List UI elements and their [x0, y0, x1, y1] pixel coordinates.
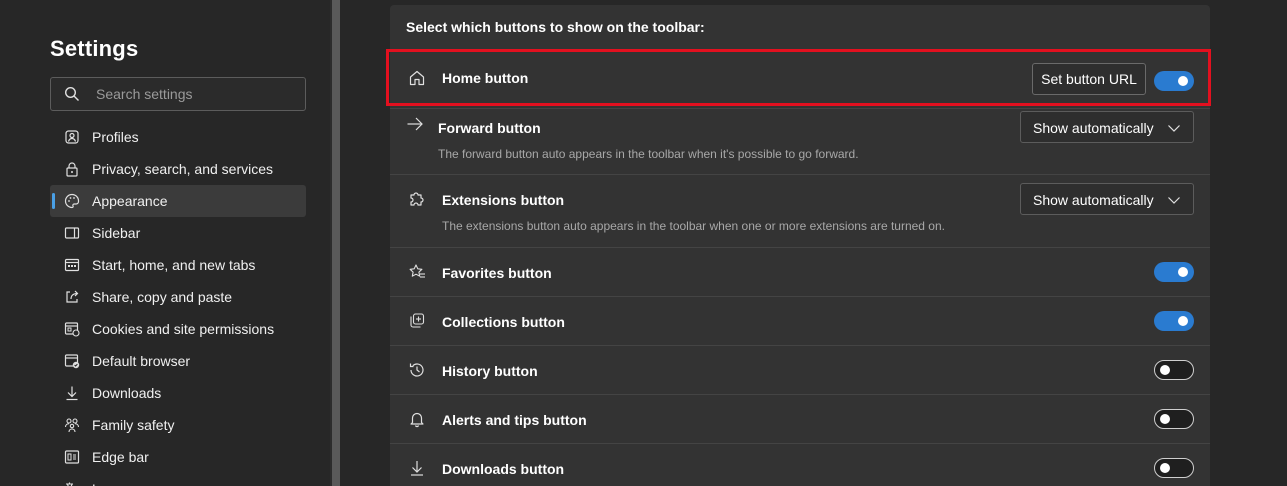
- sidebar-item-appearance[interactable]: Appearance: [50, 185, 306, 217]
- palette-icon: [64, 193, 80, 209]
- alerts-button-row: Alerts and tips button: [390, 395, 1210, 444]
- sidebar-item-label: Profiles: [92, 129, 139, 145]
- sidebar-item-start-home-tabs[interactable]: Start, home, and new tabs: [50, 249, 306, 281]
- section-header: Select which buttons to show on the tool…: [406, 19, 705, 35]
- sidebar-icon: [64, 225, 80, 241]
- sidebar-item-label: Default browser: [92, 353, 191, 369]
- language-icon: [64, 481, 80, 486]
- settings-sidebar: Settings Profiles Privacy, search, and s…: [0, 0, 330, 486]
- share-icon: [64, 289, 80, 305]
- row-title: Forward button: [438, 120, 541, 136]
- home-button-toggle[interactable]: [1154, 71, 1194, 91]
- sidebar-item-label: Start, home, and new tabs: [92, 257, 256, 273]
- sidebar-item-label: Family safety: [92, 417, 175, 433]
- forward-button-row: Forward button The forward button auto a…: [390, 109, 1210, 175]
- collections-icon: [408, 312, 426, 330]
- sidebar-item-label: L: [92, 481, 100, 486]
- sidebar-item-label: Privacy, search, and services: [92, 161, 274, 177]
- row-title: Favorites button: [442, 265, 552, 281]
- sidebar-item-label: Downloads: [92, 385, 162, 401]
- sidebar-item-privacy[interactable]: Privacy, search, and services: [50, 153, 306, 185]
- row-title: History button: [442, 363, 538, 379]
- row-title: Extensions button: [442, 192, 565, 208]
- sidebar-item-label: Edge bar: [92, 449, 149, 465]
- sidebar-item-share[interactable]: Share, copy and paste: [50, 281, 306, 313]
- sidebar-item-label: Cookies and site permissions: [92, 321, 275, 337]
- toolbar-buttons-card: Select which buttons to show on the tool…: [390, 5, 1210, 486]
- sidebar-item-label: Sidebar: [92, 225, 141, 241]
- download-icon: [64, 385, 80, 401]
- star-icon: [408, 263, 426, 281]
- history-icon: [408, 361, 426, 379]
- forward-button-select[interactable]: Show automatically: [1020, 111, 1194, 143]
- collections-button-toggle[interactable]: [1154, 311, 1194, 331]
- search-icon: [64, 86, 80, 102]
- lock-icon: [64, 161, 80, 177]
- default-browser-icon: [64, 353, 80, 369]
- sidebar-item-downloads[interactable]: Downloads: [50, 377, 306, 409]
- extensions-button-row: Extensions button The extensions button …: [390, 175, 1210, 248]
- sidebar-item-edge-bar[interactable]: Edge bar: [50, 441, 306, 473]
- puzzle-icon: [408, 190, 426, 208]
- select-value: Show automatically: [1033, 120, 1154, 136]
- chevron-down-icon: [1167, 193, 1181, 207]
- sidebar-item-languages[interactable]: L: [50, 473, 306, 486]
- sidebar-item-label: Share, copy and paste: [92, 289, 233, 305]
- chevron-down-icon: [1167, 121, 1181, 135]
- downloads-button-row: Downloads button: [390, 444, 1210, 486]
- row-title: Downloads button: [442, 461, 565, 477]
- arrow-right-icon: [406, 115, 424, 133]
- history-button-toggle[interactable]: [1154, 360, 1194, 380]
- favorites-button-row: Favorites button: [390, 248, 1210, 297]
- bell-icon: [408, 410, 426, 428]
- set-button-url-button[interactable]: Set button URL: [1032, 63, 1146, 95]
- home-icon: [408, 69, 426, 87]
- sidebar-item-cookies[interactable]: Cookies and site permissions: [50, 313, 306, 345]
- collections-button-row: Collections button: [390, 297, 1210, 346]
- sidebar-item-family-safety[interactable]: Family safety: [50, 409, 306, 441]
- sidebar-scrollbar-thumb[interactable]: [332, 0, 340, 486]
- home-tabs-icon: [64, 257, 80, 273]
- row-title: Alerts and tips button: [442, 412, 587, 428]
- row-title: Collections button: [442, 314, 565, 330]
- favorites-button-toggle[interactable]: [1154, 262, 1194, 282]
- sidebar-item-default-browser[interactable]: Default browser: [50, 345, 306, 377]
- row-description: The forward button auto appears in the t…: [438, 147, 859, 161]
- search-input[interactable]: [96, 84, 296, 104]
- sidebar-nav: Profiles Privacy, search, and services A…: [50, 121, 306, 486]
- family-icon: [64, 417, 80, 433]
- home-button-row: Home button Set button URL: [390, 49, 1210, 109]
- download-icon: [408, 459, 426, 477]
- row-description: The extensions button auto appears in th…: [442, 219, 945, 233]
- sidebar-item-profiles[interactable]: Profiles: [50, 121, 306, 153]
- row-title: Home button: [442, 70, 529, 86]
- sidebar-item-label: Appearance: [92, 193, 168, 209]
- alerts-button-toggle[interactable]: [1154, 409, 1194, 429]
- history-button-row: History button: [390, 346, 1210, 395]
- cookies-icon: [64, 321, 80, 337]
- downloads-button-toggle[interactable]: [1154, 458, 1194, 478]
- page-title: Settings: [50, 36, 139, 61]
- edge-bar-icon: [64, 449, 80, 465]
- extensions-button-select[interactable]: Show automatically: [1020, 183, 1194, 215]
- sidebar-item-sidebar[interactable]: Sidebar: [50, 217, 306, 249]
- search-box[interactable]: [50, 77, 306, 111]
- profile-icon: [64, 129, 80, 145]
- select-value: Show automatically: [1033, 192, 1154, 208]
